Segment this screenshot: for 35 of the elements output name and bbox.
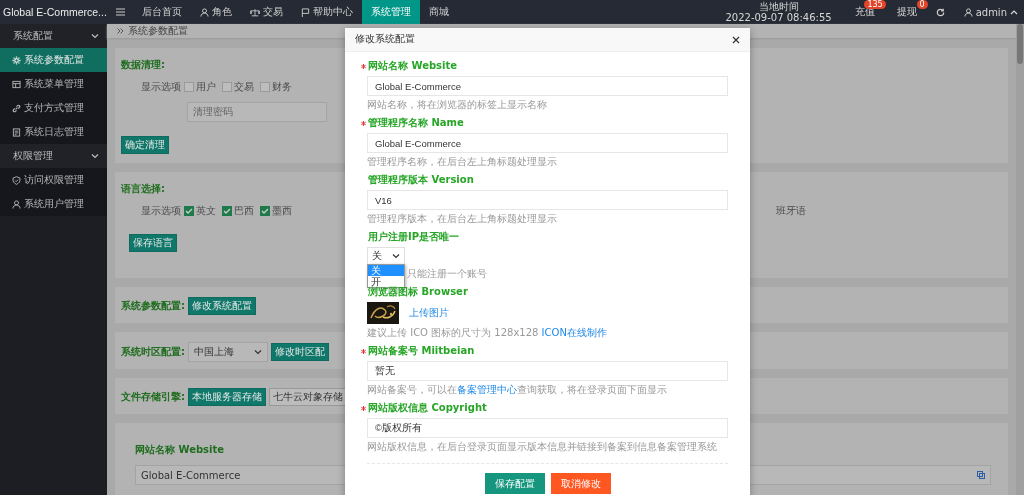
card-title: 文件存储引擎: (121, 390, 185, 404)
card-title: 语言选择: (121, 182, 165, 196)
option-label: 墨西 (272, 204, 292, 218)
field-label: 网站备案号 Miitbeian (368, 344, 475, 358)
option-label: 英文 (196, 204, 216, 218)
breadcrumb: 系统参数配置 (128, 24, 188, 38)
field-hint: 管理程序版本，在后台左上角标题处理显示 (367, 213, 558, 225)
option-label: 巴西 (234, 204, 254, 218)
field-hint: 网站备案号，可以在备案管理中心查询获取，将在登录页面下面显示 (367, 384, 668, 396)
dialog-title: 修改系统配置 (355, 33, 415, 46)
option-label: 交易 (234, 80, 254, 94)
field-label: 网站名称 Website (368, 59, 458, 73)
field-label: 浏览器图标 Browser (368, 286, 468, 299)
field-label: 管理程序名称 Name (368, 116, 464, 130)
options-label: 显示选项 (141, 80, 181, 94)
count-badge: 135 (864, 0, 886, 9)
option-label: 财务 (272, 80, 292, 94)
count-badge: 0 (916, 0, 928, 9)
field-hint: 建议上传 ICO 图标的尺寸为 128x128 ICON在线制作 (367, 327, 608, 339)
time-value: 2022-09-07 08:46:55 (725, 12, 832, 23)
time-label: 当地时间 (758, 1, 799, 12)
option-label: 用户 (196, 80, 216, 94)
field-hint: 网站版权信息，在后台登录页面显示版本信息并链接到备案到信息备案管理系统 (367, 441, 718, 453)
option-label: 班牙语 (776, 204, 806, 218)
field-label: 网站名称 Website (135, 443, 225, 457)
options-label: 显示选项 (141, 204, 181, 218)
card-title: 数据清理: (121, 58, 165, 72)
card-title: 系统参数配置: (121, 299, 185, 313)
field-hint: 管理程序名称，在后台左上角标题处理显示 (367, 156, 558, 168)
field-label: 网站版权信息 Copyright (368, 401, 487, 415)
field-label: 管理程序版本 Version (368, 173, 474, 187)
brand-title: Global E-Commerce... (2, 5, 107, 20)
field-label: 用户注册IP是否唯一 (368, 230, 460, 244)
card-title: 系统时区配置: (121, 345, 185, 359)
field-hint: 网站名称，将在浏览器的标签上显示名称 (367, 99, 548, 111)
